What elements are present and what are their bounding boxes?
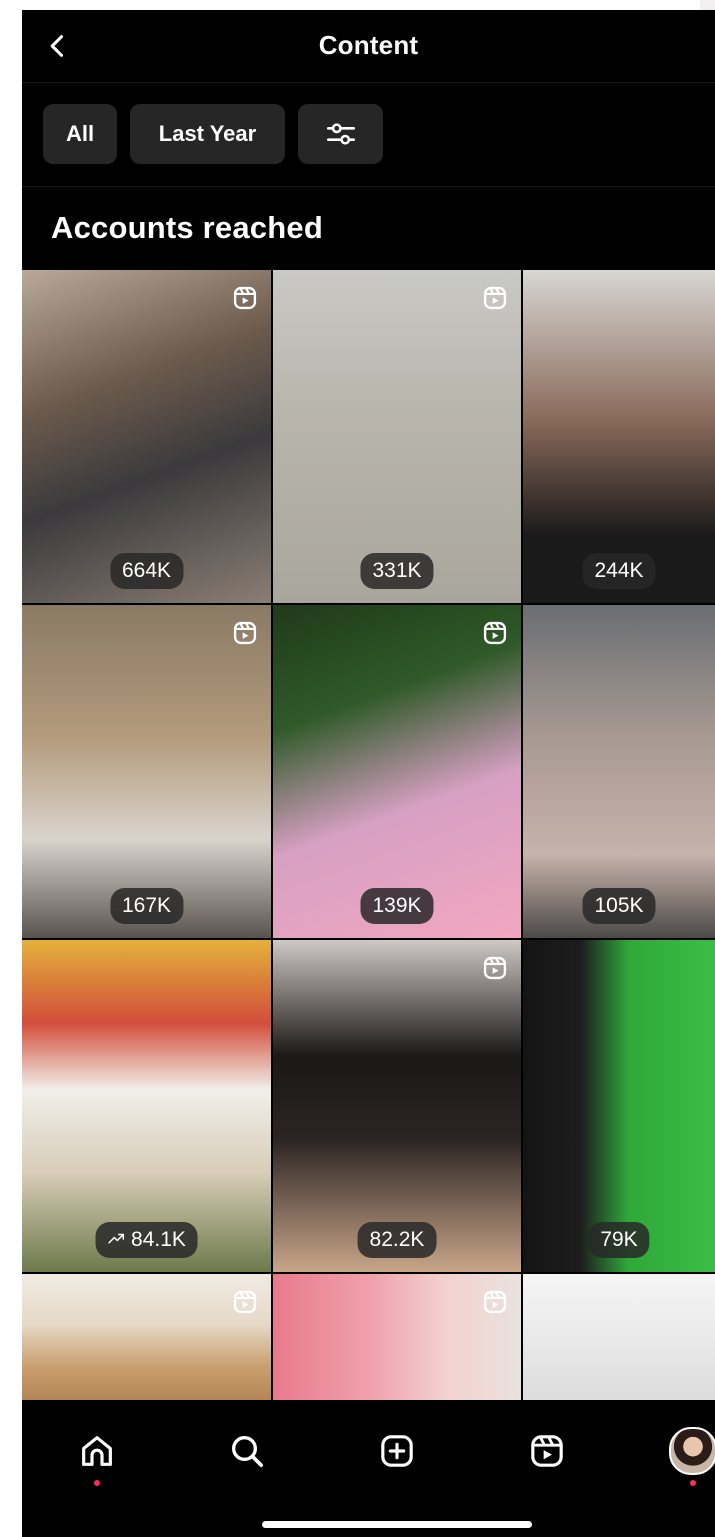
nav-reels[interactable]: [522, 1426, 572, 1476]
reels-icon: [231, 619, 259, 647]
trending-up-icon: [107, 1228, 125, 1252]
reels-icon: [231, 1288, 259, 1316]
search-icon: [232, 1436, 263, 1467]
grid-item[interactable]: 664K: [22, 270, 271, 603]
bottom-nav: [22, 1400, 715, 1537]
avatar: [669, 1427, 715, 1475]
reels-icon: [481, 619, 509, 647]
filter-all-button[interactable]: All: [43, 104, 117, 164]
reach-count: 84.1K: [95, 1222, 198, 1258]
reels-icon: [481, 954, 509, 982]
top-bar: Content: [22, 10, 715, 83]
profile-notification-dot: [690, 1480, 696, 1486]
grid-item[interactable]: [523, 1274, 715, 1400]
filter-settings-button[interactable]: [298, 104, 383, 164]
reach-count-label: 84.1K: [131, 1228, 186, 1251]
reels-icon: [231, 284, 259, 312]
reach-count: 82.2K: [357, 1222, 437, 1258]
page-title: Content: [318, 30, 419, 60]
grid-item[interactable]: 331K: [273, 270, 521, 603]
reach-count: 167K: [109, 888, 184, 924]
reach-count-label: 79K: [600, 1228, 638, 1251]
grid-item[interactable]: [273, 1274, 521, 1400]
nav-profile[interactable]: [668, 1426, 715, 1476]
grid-item[interactable]: 139K: [273, 605, 521, 938]
reels-icon: [531, 1435, 563, 1467]
reach-count-label: 105K: [594, 894, 644, 917]
home-icon: [82, 1436, 112, 1466]
grid-item[interactable]: 105K: [523, 605, 715, 938]
content-grid: 664K 331K 244K 167K 139K 105K 84.1K 82.2K 79K: [22, 270, 715, 1400]
nav-create[interactable]: [372, 1426, 422, 1476]
reels-icon: [481, 284, 509, 312]
grid-item[interactable]: 84.1K: [22, 940, 271, 1272]
reach-count-label: 664K: [121, 559, 172, 582]
reach-count-label: 244K: [594, 559, 644, 582]
reach-count: 139K: [360, 888, 434, 924]
reels-icon: [481, 1288, 509, 1316]
period-filter-button[interactable]: Last Year: [130, 104, 285, 164]
reach-count: 79K: [588, 1222, 650, 1258]
reach-count-label: 139K: [372, 894, 422, 917]
content-screen: Content All Last Year Accounts reached 6…: [22, 10, 715, 1537]
filter-bar: All Last Year: [22, 82, 715, 187]
nav-search[interactable]: [222, 1426, 272, 1476]
reach-count: 105K: [582, 888, 656, 924]
reach-count-label: 82.2K: [369, 1228, 425, 1251]
reach-count-label: 167K: [121, 894, 172, 917]
reach-count: 244K: [582, 553, 656, 589]
grid-item[interactable]: 167K: [22, 605, 271, 938]
reach-count: 664K: [109, 553, 184, 589]
grid-item[interactable]: 82.2K: [273, 940, 521, 1272]
grid-item[interactable]: 244K: [523, 270, 715, 603]
reach-count: 331K: [360, 553, 434, 589]
post-thumbnail: [523, 1274, 715, 1400]
home-notification-dot: [94, 1480, 100, 1486]
reach-count-label: 331K: [372, 559, 422, 582]
grid-item[interactable]: [22, 1274, 271, 1400]
grid-item[interactable]: 79K: [523, 940, 715, 1272]
nav-home[interactable]: [72, 1426, 122, 1476]
home-indicator: [262, 1521, 532, 1528]
section-title: Accounts reached: [51, 210, 323, 245]
sliders-icon: [326, 123, 355, 145]
plus-square-icon: [381, 1435, 413, 1467]
